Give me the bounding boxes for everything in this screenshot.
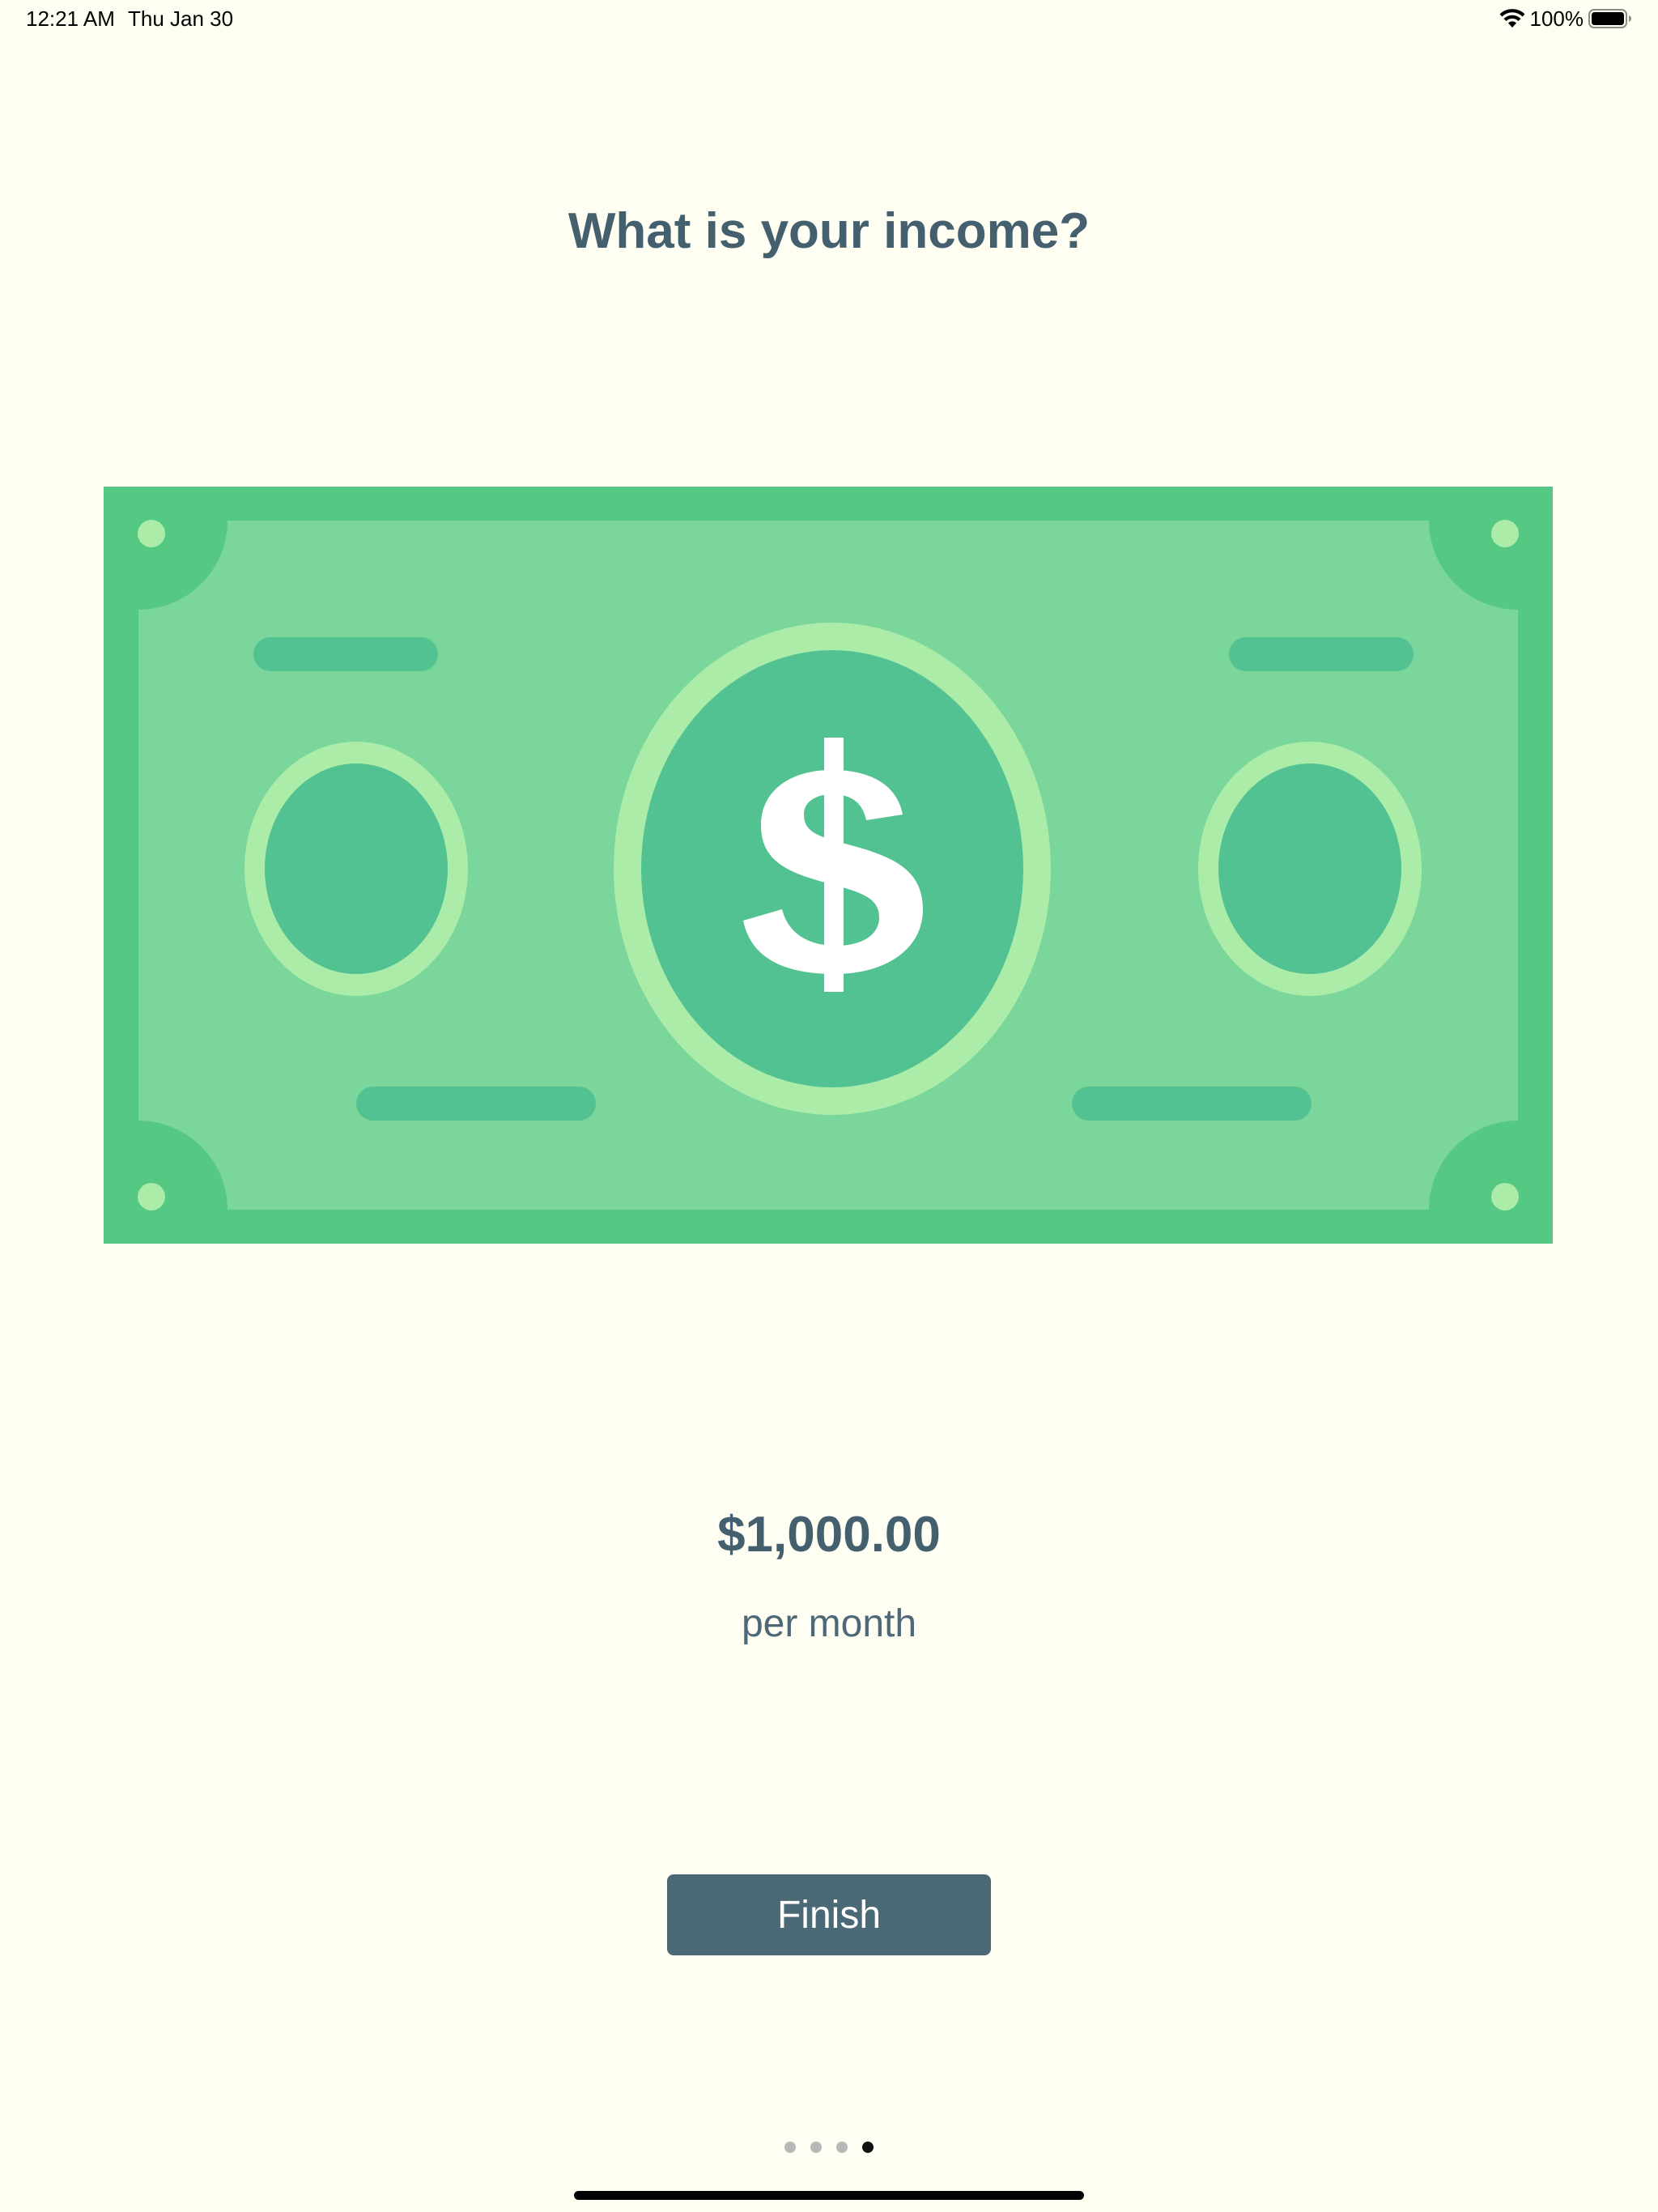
- status-bar: 12:21 AM Thu Jan 30 100%: [0, 0, 1658, 39]
- income-period: per month: [741, 1602, 917, 1645]
- page-dot-active[interactable]: [862, 2142, 874, 2153]
- status-date: Thu Jan 30: [128, 6, 234, 31]
- page-indicator[interactable]: [0, 2142, 1658, 2153]
- page-dot[interactable]: [810, 2142, 822, 2153]
- status-time: 12:21 AM: [26, 6, 115, 31]
- page-dot[interactable]: [784, 2142, 796, 2153]
- home-indicator[interactable]: [574, 2191, 1084, 2200]
- battery-percentage: 100%: [1529, 6, 1584, 31]
- income-amount[interactable]: $1,000.00: [0, 1506, 1658, 1563]
- status-indicators: 100%: [1499, 5, 1633, 32]
- page-title: What is your income?: [568, 203, 1090, 259]
- battery-icon: [1588, 8, 1632, 29]
- dollar-bill-illustration: [104, 487, 1553, 1244]
- page-dot[interactable]: [836, 2142, 848, 2153]
- finish-button[interactable]: Finish: [667, 1874, 991, 1955]
- wifi-icon: [1499, 8, 1525, 29]
